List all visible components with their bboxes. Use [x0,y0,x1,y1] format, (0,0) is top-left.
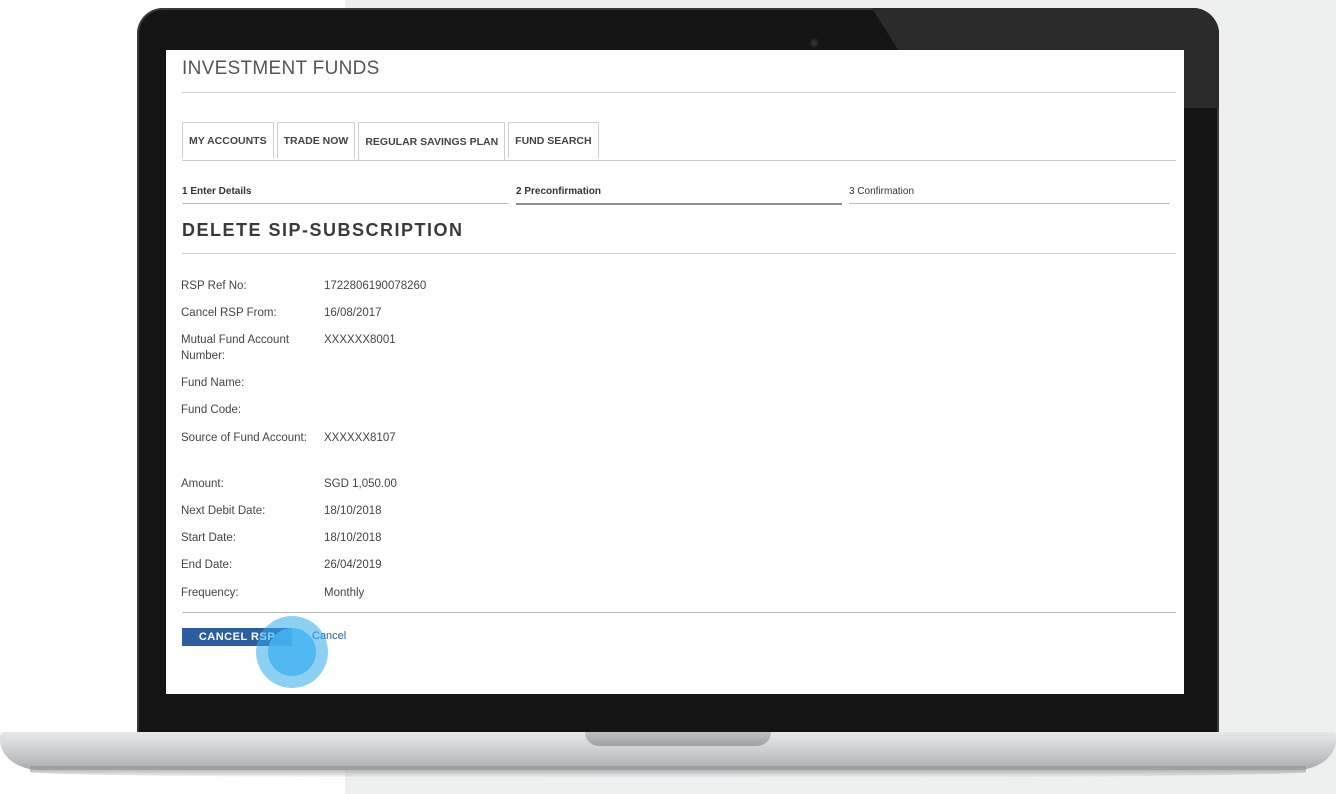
detail-label: Start Date: [181,532,236,544]
tab-trade-now[interactable]: TRADE NOW [276,122,356,158]
section-title: DELETE SIP-SUBSCRIPTION [182,220,464,240]
step-enter-details: 1 Enter Details [182,186,509,204]
detail-label: Source of Fund Account: [181,432,307,444]
tab-fund-search[interactable]: FUND SEARCH [508,122,599,158]
detail-label: Fund Name: [181,377,245,389]
detail-label: End Date: [181,559,233,571]
detail-value: XXXXXX8107 [324,432,396,444]
detail-value: 16/08/2017 [324,307,382,319]
laptop-notch [585,732,771,746]
detail-label: Next Debit Date: [181,505,266,517]
detail-value: 18/10/2018 [324,505,382,517]
tap-indicator [256,616,328,688]
detail-label: Amount: [181,478,224,490]
tabs-divider [182,160,1176,161]
step-preconfirmation: 2 Preconfirmation [516,186,842,205]
tap-indicator-core [268,628,316,676]
detail-value: XXXXXX8001 [324,334,396,346]
detail-value: 26/04/2019 [324,559,382,571]
laptop-shadow [30,766,1306,778]
title-divider [182,92,1176,93]
tab-my-accounts[interactable]: MY ACCOUNTS [182,122,274,158]
tab-bar: MY ACCOUNTS TRADE NOW REGULAR SAVINGS PL… [182,122,599,161]
step-confirmation: 3 Confirmation [849,186,1170,204]
actions-divider [182,612,1176,613]
detail-value: SGD 1,050.00 [324,478,397,490]
detail-label: Mutual Fund Account Number: [181,334,290,362]
progress-steps: 1 Enter Details 2 Preconfirmation 3 Conf… [182,186,1170,206]
detail-label: Frequency: [181,587,239,599]
detail-label: Fund Code: [181,404,242,416]
detail-value: 1722806190078260 [324,280,427,292]
camera-icon [809,38,819,48]
detail-label: RSP Ref No: [181,280,247,292]
detail-label: Cancel RSP From: [181,307,277,319]
detail-value: 18/10/2018 [324,532,382,544]
tab-regular-savings-plan[interactable]: REGULAR SAVINGS PLAN [358,122,506,161]
section-divider [182,253,1176,254]
page-title: INVESTMENT FUNDS [182,58,380,79]
detail-value: Monthly [324,587,365,599]
browser-screen: INVESTMENT FUNDS MY ACCOUNTS TRADE NOW R… [166,50,1184,694]
